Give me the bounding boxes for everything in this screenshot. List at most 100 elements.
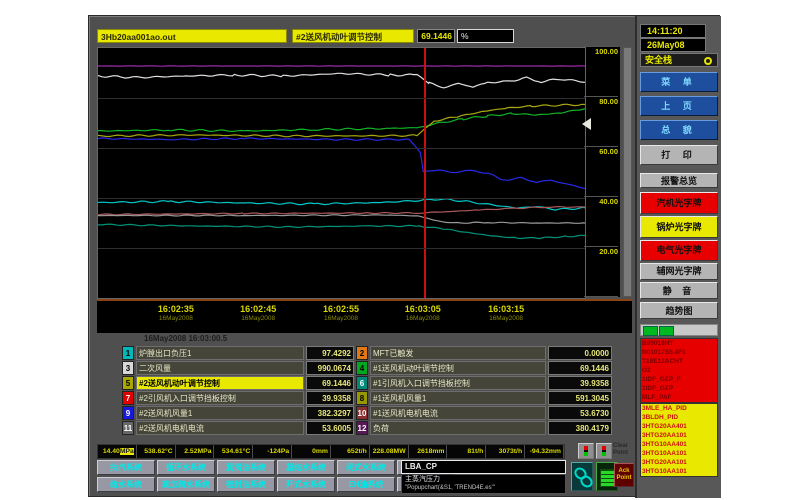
legend-chip-4[interactable]: 4: [356, 361, 368, 375]
toolbar-button-抽汽系统[interactable]: 抽汽系统: [97, 460, 155, 475]
safety-level-indicator[interactable]: 安全栈: [640, 53, 718, 67]
annunciator-button-辅网光字牌[interactable]: 辅网光字牌: [640, 263, 718, 280]
ack-point-button[interactable]: AckPoint: [614, 463, 634, 487]
status-value: -124Pa: [253, 445, 292, 458]
mute-button[interactable]: 静 音: [640, 282, 718, 299]
legend-label[interactable]: 负荷: [370, 421, 546, 435]
legend-label[interactable]: MFT已触发: [370, 346, 546, 360]
trend-tag-field[interactable]: 3Hb20aa001ao.out: [97, 29, 287, 43]
trend-page-button[interactable]: 趋势图: [640, 302, 718, 319]
legend-chip-12[interactable]: 12: [356, 421, 368, 435]
trend-line-motor-current-1: [98, 207, 585, 215]
valve-indicator-button-2[interactable]: [596, 443, 612, 459]
alarm-tag[interactable]: 3HTG10AA101: [641, 467, 717, 476]
legend-label[interactable]: #2送风机风量1: [136, 406, 304, 420]
point-id-field[interactable]: LBA_CP: [401, 460, 566, 474]
legend-label[interactable]: #1送风机动叶调节控制: [370, 361, 546, 375]
alarm-tag[interactable]: 3HTG10AA401: [641, 440, 717, 449]
legend-chip-7[interactable]: 7: [122, 391, 134, 405]
clock-date: 26May08: [640, 38, 706, 52]
alarm-ack-icon[interactable]: [643, 326, 658, 336]
trend-cursor-line[interactable]: [424, 48, 426, 298]
toolbar-button-润滑油系统[interactable]: 润滑油系统: [217, 460, 275, 475]
alarm-reset-icon[interactable]: [659, 326, 674, 336]
value-marker-triangle: [582, 118, 591, 130]
alarm-tag[interactable]: 3HTG20AA101: [641, 431, 717, 440]
y-tick: 60.00: [584, 146, 618, 156]
alarm-tag[interactable]: 3HTG20AA401: [641, 422, 717, 431]
toolbar-button-高加疏水系统[interactable]: 高加疏水系统: [157, 477, 215, 492]
legend-chip-11[interactable]: 11: [122, 421, 134, 435]
legend-value: 97.4292: [306, 346, 354, 360]
legend-label[interactable]: #2送风机动叶调节控制: [136, 376, 304, 390]
alarm-tag[interactable]: N01017S5.4F1: [641, 348, 717, 357]
legend-chip-1[interactable]: 1: [122, 346, 134, 360]
alarm-list-header: [640, 324, 718, 336]
legend-value: 990.0674: [306, 361, 354, 375]
alarm-tag[interactable]: 1IDF_GZP_F: [641, 375, 717, 384]
legend-chip-3[interactable]: 3: [122, 361, 134, 375]
sidebar: 14:11:20 26May08 安全栈 菜 单 上 页 总 貌 打 印 报警总…: [635, 16, 721, 498]
legend-chip-6[interactable]: 6: [356, 376, 368, 390]
legend-chip-9[interactable]: 9: [122, 406, 134, 420]
valve-indicator-button-1[interactable]: [578, 443, 594, 459]
alarm-tag[interactable]: B99018HT: [641, 339, 717, 348]
alarm-tag[interactable]: 1IDF_GZP: [641, 384, 717, 393]
legend-value: 53.6005: [306, 421, 354, 435]
toolbar-button-循环水系统[interactable]: 循环水系统: [157, 460, 215, 475]
legend-label[interactable]: 炉膛出口负压1: [136, 346, 304, 360]
alarm-tag[interactable]: 3HTG10AA101: [641, 449, 717, 458]
trend-plot[interactable]: [97, 47, 586, 299]
annunciator-button-电气光字牌[interactable]: 电气光字牌: [640, 240, 718, 261]
alarm-tag[interactable]: 3HTG20AA101: [641, 458, 717, 467]
trend-line-fan1-blade-ctrl: [98, 109, 585, 132]
toolbar-button-开式水系统[interactable]: 开式水系统: [277, 477, 335, 492]
overview-button[interactable]: 总 貌: [640, 120, 718, 140]
y-tick: 40.00: [584, 196, 618, 206]
legend-label[interactable]: #1送风机电机电流: [370, 406, 546, 420]
selected-point-title: #2送风机动叶调节控制: [292, 29, 414, 43]
alarm-tag[interactable]: T18E12ACHT: [641, 357, 717, 366]
toolbar-button-密封油系统[interactable]: 密封油系统: [217, 477, 275, 492]
trend-line-motor-current-2: [98, 215, 585, 224]
legend-label[interactable]: #1引风机入口调节挡板控制: [370, 376, 546, 390]
gridline: [98, 248, 585, 249]
legend-label[interactable]: #2引风机入口调节挡板控制: [136, 391, 304, 405]
annunciator-button-锅炉光字牌[interactable]: 锅炉光字牌: [640, 216, 718, 238]
print-button[interactable]: 打 印: [640, 145, 718, 165]
toolbar-button-凝结水系统[interactable]: 凝结水系统: [277, 460, 335, 475]
legend-label[interactable]: #2送风机电机电流: [136, 421, 304, 435]
legend-chip-8[interactable]: 8: [356, 391, 368, 405]
toolbar-button-EH油系统[interactable]: EH油系统: [337, 477, 395, 492]
link-button[interactable]: [571, 462, 593, 491]
toolbar-button-闭式水系统[interactable]: 闭式水系统: [337, 460, 395, 475]
legend-label[interactable]: 二次风量: [136, 361, 304, 375]
legend-chip-10[interactable]: 10: [356, 406, 368, 420]
gridline: [98, 98, 585, 99]
alarm-tag[interactable]: 3BLDH_PID: [641, 413, 717, 422]
page-up-button[interactable]: 上 页: [640, 96, 718, 116]
legend-chip-2[interactable]: 2: [356, 346, 368, 360]
alarm-tag[interactable]: 3MLE_HA_PID: [641, 404, 717, 413]
toolbar-button-给水系统[interactable]: 给水系统: [97, 477, 155, 492]
alarm-overview-button[interactable]: 报警总览: [640, 173, 718, 188]
status-value: -94.32mm: [525, 445, 564, 458]
cursor-timestamp: 16May2008 16:03:00.5: [144, 334, 227, 343]
gridline: [98, 148, 585, 149]
menu-button[interactable]: 菜 单: [640, 72, 718, 92]
chart-scrollbar[interactable]: [623, 47, 632, 297]
x-axis: 16:02:3516May2008 16:02:4516May2008 16:02:…: [97, 299, 632, 333]
legend-chip-5[interactable]: 5: [122, 376, 134, 390]
status-value: 228.08MW: [370, 445, 409, 458]
alarm-tag[interactable]: MLF_PAF: [641, 393, 717, 402]
valve-gauge-icon: [584, 446, 588, 456]
legend-label[interactable]: #1送风机风量1: [370, 391, 546, 405]
annunciator-button-汽机光字牌[interactable]: 汽机光字牌: [640, 192, 718, 214]
status-value: 2618mm: [409, 445, 448, 458]
legend-table: 1炉膛出口负压197.42922MFT已触发0.00003二次风量990.067…: [122, 346, 612, 435]
x-tick: 16:02:4516May2008: [223, 304, 293, 322]
alarm-tag[interactable]: O2: [641, 366, 717, 375]
x-tick: 16:03:0516May2008: [388, 304, 458, 322]
x-tick: 16:02:5516May2008: [306, 304, 376, 322]
x-tick: 16:02:3516May2008: [141, 304, 211, 322]
